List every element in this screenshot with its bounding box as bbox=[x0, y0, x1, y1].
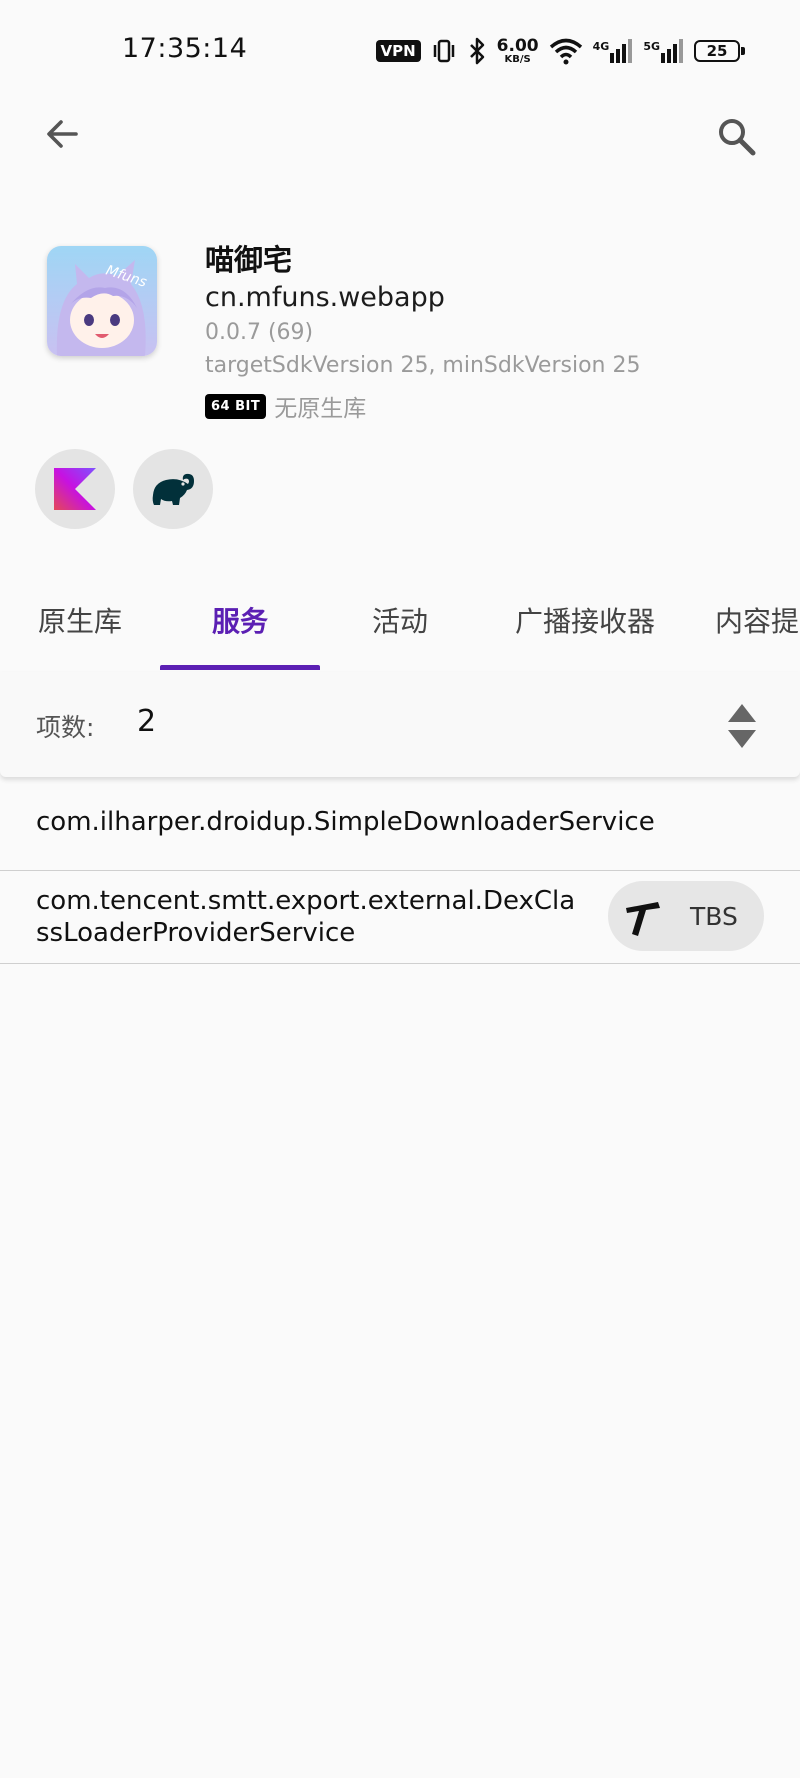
speed-unit: KB/S bbox=[504, 53, 531, 65]
signal-1: 4G bbox=[593, 39, 634, 63]
gradle-chip[interactable] bbox=[133, 449, 213, 529]
bit-badge: 64 BIT bbox=[205, 393, 267, 419]
network-speed: 6.00 KB/S bbox=[496, 35, 539, 65]
count-label: 项数: bbox=[36, 713, 95, 742]
service-name: com.ilharper.droidup.SimpleDownloaderSer… bbox=[36, 807, 655, 837]
gradle-elephant-icon bbox=[152, 473, 194, 505]
native-lib-label: 无原生库 bbox=[274, 396, 367, 422]
active-tab-indicator bbox=[160, 665, 320, 670]
tbs-icon bbox=[626, 902, 660, 936]
kotlin-icon bbox=[54, 468, 96, 510]
speed-value: 6.00 bbox=[496, 35, 539, 56]
service-name: com.tencent.smtt.export.external.DexClas… bbox=[36, 886, 576, 948]
sdk-versions: targetSdkVersion 25, minSdkVersion 25 bbox=[205, 353, 641, 378]
app-name: 喵御宅 bbox=[205, 243, 293, 277]
arrow-back-icon bbox=[47, 120, 78, 148]
battery-indicator: 25 bbox=[694, 40, 745, 62]
abi-row: 64 BIT 无原生库 bbox=[205, 389, 366, 423]
library-chip[interactable]: TBS bbox=[608, 881, 764, 951]
status-bar: 17:35:14 VPN 6.00 KB/S 4G 5G 25 bbox=[0, 0, 800, 100]
library-label: TBS bbox=[690, 901, 738, 931]
app-version: 0.0.7 (69) bbox=[205, 320, 314, 345]
kotlin-chip[interactable] bbox=[35, 449, 115, 529]
search-button[interactable] bbox=[708, 108, 764, 164]
list-item[interactable]: com.ilharper.droidup.SimpleDownloaderSer… bbox=[0, 778, 800, 871]
wifi-icon bbox=[549, 38, 582, 65]
list-item[interactable]: com.tencent.smtt.export.external.DexClas… bbox=[0, 871, 800, 964]
signal-2: 5G bbox=[643, 39, 684, 63]
app-icon: Mfuns bbox=[47, 246, 157, 356]
status-time: 17:35:14 bbox=[122, 33, 248, 64]
search-icon bbox=[719, 119, 756, 156]
package-name: cn.mfuns.webapp bbox=[205, 282, 445, 313]
signal-bars-icon bbox=[661, 39, 683, 63]
signal-bars-icon bbox=[610, 39, 633, 63]
component-tabs: 原生库 服务 活动 广播接收器 内容提 bbox=[0, 570, 800, 670]
network-type-1: 4G bbox=[592, 40, 610, 53]
tab-receivers[interactable]: 广播接收器 bbox=[490, 570, 680, 670]
back-button[interactable] bbox=[36, 108, 88, 160]
tab-services[interactable]: 服务 bbox=[160, 570, 320, 670]
tab-native-libs[interactable]: 原生库 bbox=[0, 570, 160, 670]
network-type-2: 5G bbox=[643, 40, 660, 53]
sort-arrows-icon bbox=[728, 704, 756, 748]
sort-button[interactable] bbox=[722, 702, 762, 750]
app-detail-screen: 17:35:14 VPN 6.00 KB/S 4G 5G 25 Mfuns 喵御… bbox=[0, 0, 800, 1778]
item-count-bar: 项数: 2 bbox=[0, 672, 800, 777]
count-value: 2 bbox=[137, 704, 157, 739]
tab-activities[interactable]: 活动 bbox=[320, 570, 480, 670]
vibrate-icon bbox=[433, 39, 454, 63]
bluetooth-icon bbox=[469, 37, 484, 65]
status-icons: VPN 6.00 KB/S 4G 5G 25 bbox=[375, 33, 745, 69]
tab-providers[interactable]: 内容提 bbox=[700, 570, 800, 670]
vpn-badge: VPN bbox=[375, 40, 421, 62]
